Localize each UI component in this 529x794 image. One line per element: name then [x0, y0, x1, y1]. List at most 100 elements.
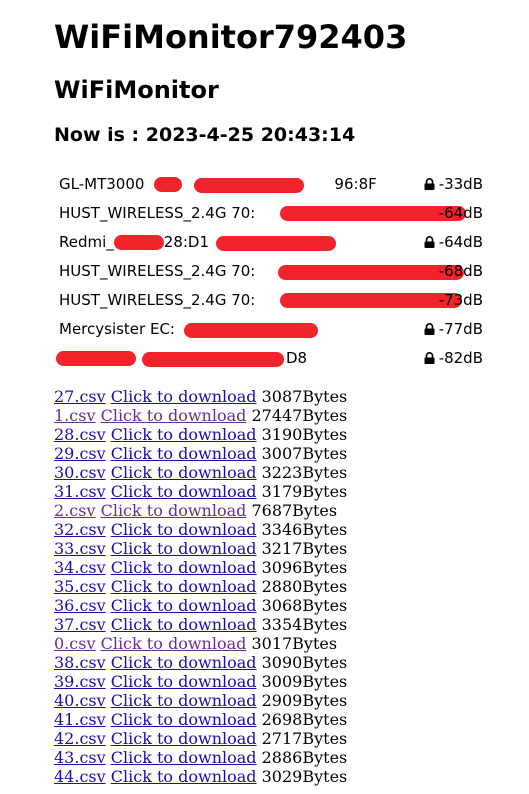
download-link[interactable]: Click to download	[111, 615, 257, 634]
file-row: 33.csv Click to download 3217Bytes	[54, 539, 494, 558]
file-row: 40.csv Click to download 2909Bytes	[54, 691, 494, 710]
file-name-link[interactable]: 43.csv	[54, 748, 106, 767]
file-size: 3009Bytes	[261, 672, 348, 691]
file-name-link[interactable]: 34.csv	[54, 558, 106, 577]
download-link[interactable]: Click to download	[111, 691, 257, 710]
download-link[interactable]: Click to download	[101, 501, 247, 520]
file-name-link[interactable]: 29.csv	[54, 444, 106, 463]
file-size: 3179Bytes	[261, 482, 348, 501]
download-link[interactable]: Click to download	[111, 482, 257, 501]
file-name-link[interactable]: 28.csv	[54, 425, 106, 444]
redaction-mark	[142, 352, 284, 367]
file-row: 28.csv Click to download 3190Bytes	[54, 425, 494, 444]
file-size: 3346Bytes	[261, 520, 348, 539]
wifi-signal-strength: -73dB	[438, 291, 483, 309]
file-name-link[interactable]: 27.csv	[54, 387, 106, 406]
wifi-signal-strength: -64dB	[438, 204, 483, 222]
file-name-link[interactable]: 31.csv	[54, 482, 106, 501]
file-row: 36.csv Click to download 3068Bytes	[54, 596, 494, 615]
file-row: 42.csv Click to download 2717Bytes	[54, 729, 494, 748]
file-size: 3087Bytes	[261, 387, 348, 406]
file-name-link[interactable]: 30.csv	[54, 463, 106, 482]
download-link[interactable]: Click to download	[111, 520, 257, 539]
file-name-link[interactable]: 32.csv	[54, 520, 106, 539]
file-name-link[interactable]: 2.csv	[54, 501, 95, 520]
download-link[interactable]: Click to download	[111, 463, 257, 482]
file-size: 2909Bytes	[261, 691, 348, 710]
wifi-network-row: GL-MT3000 96:8F -33dB	[54, 170, 483, 199]
download-link[interactable]: Click to download	[111, 653, 257, 672]
download-link[interactable]: Click to download	[111, 596, 257, 615]
lock-icon	[424, 323, 435, 335]
file-row: 27.csv Click to download 3087Bytes	[54, 387, 494, 406]
download-link[interactable]: Click to download	[111, 672, 257, 691]
redaction-mark	[194, 178, 304, 193]
wifi-signal-strength: -64dB	[424, 228, 483, 257]
file-size: 3090Bytes	[261, 653, 348, 672]
file-size: 2880Bytes	[261, 577, 348, 596]
file-row: 43.csv Click to download 2886Bytes	[54, 748, 494, 767]
file-size: 27447Bytes	[251, 406, 348, 425]
download-link[interactable]: Click to download	[111, 425, 257, 444]
redaction-mark	[184, 323, 318, 338]
file-name-link[interactable]: 35.csv	[54, 577, 106, 596]
download-link[interactable]: Click to download	[101, 634, 247, 653]
file-size: 7687Bytes	[251, 501, 338, 520]
wifi-network-row: HUST_WIRELESS_2.4G 70: -64dB	[54, 199, 483, 228]
file-name-link[interactable]: 44.csv	[54, 767, 106, 786]
wifi-network-row: Mercysister EC: -77dB	[54, 315, 483, 344]
file-row: 1.csv Click to download 27447Bytes	[54, 406, 494, 425]
download-link[interactable]: Click to download	[111, 729, 257, 748]
wifi-network-row: Redmi_ 28:D1 -64dB	[54, 228, 483, 257]
file-size: 3007Bytes	[261, 444, 348, 463]
file-size: 3354Bytes	[261, 615, 348, 634]
file-name-link[interactable]: 33.csv	[54, 539, 106, 558]
redaction-mark	[216, 236, 336, 251]
redaction-mark	[154, 177, 182, 192]
wifi-network-name: HUST_WIRELESS_2.4G 70:	[59, 204, 256, 222]
file-size: 2698Bytes	[261, 710, 348, 729]
file-name-link[interactable]: 39.csv	[54, 672, 106, 691]
file-size: 3217Bytes	[261, 539, 348, 558]
file-name-link[interactable]: 1.csv	[54, 406, 95, 425]
wifi-network-name: Mercysister EC:	[59, 320, 175, 338]
file-name-link[interactable]: 41.csv	[54, 710, 106, 729]
file-name-link[interactable]: 0.csv	[54, 634, 95, 653]
file-size: 3017Bytes	[251, 634, 338, 653]
file-size: 3096Bytes	[261, 558, 348, 577]
file-row: 30.csv Click to download 3223Bytes	[54, 463, 494, 482]
page-title: WiFiMonitor792403	[54, 18, 408, 56]
file-name-link[interactable]: 36.csv	[54, 596, 106, 615]
file-name-link[interactable]: 38.csv	[54, 653, 106, 672]
wifi-network-row: HUST_WIRELESS_2.4G 70: -68dB	[54, 257, 483, 286]
file-row: 29.csv Click to download 3007Bytes	[54, 444, 494, 463]
wifi-network-list: GL-MT3000 96:8F -33dB HUST_WIRELESS_2.4G …	[54, 170, 483, 373]
download-link[interactable]: Click to download	[111, 710, 257, 729]
file-size: 3223Bytes	[261, 463, 348, 482]
lock-icon	[424, 236, 435, 248]
file-size: 3068Bytes	[261, 596, 348, 615]
file-name-link[interactable]: 37.csv	[54, 615, 106, 634]
download-link[interactable]: Click to download	[101, 406, 247, 425]
file-size: 3190Bytes	[261, 425, 348, 444]
lock-icon	[424, 178, 435, 190]
download-link[interactable]: Click to download	[111, 539, 257, 558]
file-row: 34.csv Click to download 3096Bytes	[54, 558, 494, 577]
download-link[interactable]: Click to download	[111, 577, 257, 596]
download-link[interactable]: Click to download	[111, 387, 257, 406]
file-name-link[interactable]: 42.csv	[54, 729, 106, 748]
wifi-network-name: HUST_WIRELESS_2.4G 70:	[59, 291, 256, 309]
download-link[interactable]: Click to download	[111, 748, 257, 767]
lock-icon	[424, 352, 435, 364]
download-link[interactable]: Click to download	[111, 767, 257, 786]
download-link[interactable]: Click to download	[111, 444, 257, 463]
file-row: 44.csv Click to download 3029Bytes	[54, 767, 494, 786]
file-row: 2.csv Click to download 7687Bytes	[54, 501, 494, 520]
wifi-network-name: HUST_WIRELESS_2.4G 70:	[59, 262, 256, 280]
wifi-signal-strength: -68dB	[438, 262, 483, 280]
file-name-link[interactable]: 40.csv	[54, 691, 106, 710]
file-list: 27.csv Click to download 3087Bytes 1.csv…	[54, 387, 494, 786]
download-link[interactable]: Click to download	[111, 558, 257, 577]
file-row: 38.csv Click to download 3090Bytes	[54, 653, 494, 672]
page-subtitle: WiFiMonitor	[54, 76, 219, 104]
